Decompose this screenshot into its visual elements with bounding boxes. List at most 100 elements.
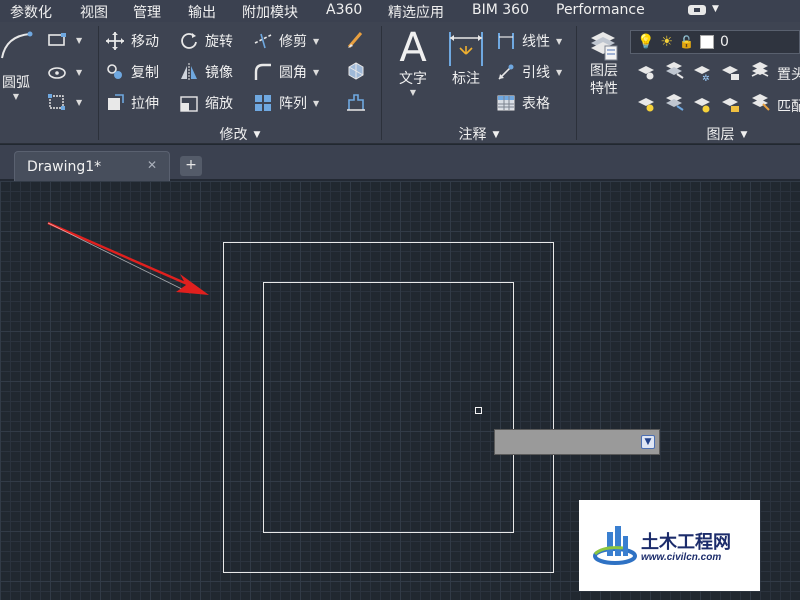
chevron-down-icon: ▼ [409,88,417,97]
rectangle-icon[interactable] [46,30,68,50]
annotation-panel: A 文字 ▼ 标注 线性 ▼ 引线 ▼ 表格 注释 ▼ [382,22,576,144]
menu-bim360[interactable]: BIM 360 [472,2,529,18]
fillet-icon [253,62,273,82]
layers-panel-title[interactable]: 图层 ▼ [677,124,777,143]
layer-color-swatch [699,35,714,49]
layer-properties-label-1: 图层 [590,63,618,79]
copy-label: 复制 [131,65,159,81]
menu-manage[interactable]: 管理 [133,2,161,22]
layer-unisolate-icon[interactable] [663,92,685,112]
copy-icon [105,62,125,82]
linear-button[interactable]: 线性 ▼ [496,28,562,54]
chevron-down-icon[interactable]: ▼ [76,36,82,45]
workspace-toggle[interactable]: ▼ [688,4,719,18]
match-layer-icon[interactable] [749,92,771,112]
file-tab-label: Drawing1* [27,158,102,175]
menu-addins[interactable]: 附加模块 [242,2,298,22]
move-button[interactable]: 移动 [105,28,159,54]
table-button[interactable]: 表格 [496,90,550,116]
trim-button[interactable]: 修剪 ▼ [253,28,319,54]
explode-icon[interactable] [345,61,367,81]
menu-performance[interactable]: Performance [556,2,645,18]
layer-isolate-icon[interactable] [663,60,685,80]
layer-unlock-icon[interactable] [719,94,741,114]
layer-properties-label-2: 特性 [590,81,618,97]
layer-on-icon[interactable] [635,94,657,114]
layer-thaw-icon[interactable] [691,94,713,114]
stretch-button[interactable]: 拉伸 [105,90,159,116]
chevron-down-icon: ▼ [556,36,563,46]
modify-panel: 移动 旋转 修剪 ▼ 复制 镜像 圆角 ▼ 拉伸 缩放 阵列 ▼ 修改 ▼ [99,22,381,144]
dimension-label: 标注 [452,71,480,87]
menu-parametric[interactable]: 参数化 [10,2,52,22]
layer-off-icon[interactable] [635,62,657,82]
chevron-down-icon: ▼ [313,98,320,108]
table-label: 表格 [522,96,550,112]
layer-properties-icon [583,28,625,62]
set-current-label[interactable]: 置头 [777,64,800,84]
trim-icon [253,31,273,51]
dimension-button[interactable]: 标注 [446,26,486,88]
move-label: 移动 [131,34,159,50]
menu-view[interactable]: 视图 [80,2,108,22]
arc-icon[interactable] [0,28,36,64]
file-tab-bar: Drawing1* ✕ + [0,145,800,181]
trim-label: 修剪 [279,34,307,50]
draw-panel: 圆弧 ▼ ▼ ▼ ▼ [0,22,98,144]
pickbox-cursor [475,407,482,414]
layer-freeze-icon[interactable]: ✲ [691,62,713,84]
stretch-label: 拉伸 [131,96,159,112]
new-tab-button[interactable]: + [180,156,202,176]
chevron-down-icon: ▼ [253,130,261,140]
chevron-down-icon: ▼ [556,67,563,77]
chevron-down-icon[interactable]: ▼ [641,435,655,449]
hatch-icon[interactable] [46,62,68,82]
close-icon[interactable]: ✕ [147,158,157,172]
layer-lock-icon[interactable] [719,62,741,82]
chevron-down-icon[interactable]: ▼ [76,68,82,77]
modify-panel-title[interactable]: 修改 ▼ [99,124,381,143]
layer-dropdown[interactable]: 💡 ☀ 🔓 0 [630,30,800,54]
menu-a360[interactable]: A360 [326,2,362,18]
match-layer-label[interactable]: 匹配 [777,96,800,116]
boundary-icon[interactable] [46,92,68,112]
menu-output[interactable]: 输出 [188,2,216,22]
menu-featured-apps[interactable]: 精选应用 [388,2,444,22]
erase-icon[interactable] [345,30,367,50]
scale-label: 缩放 [205,96,233,112]
fillet-label: 圆角 [279,65,307,81]
dynamic-input-box[interactable]: ▼ [494,429,660,455]
chevron-down-icon[interactable]: ▼ [76,98,82,107]
mirror-icon [179,62,199,82]
scale-icon [179,93,199,113]
svg-text:✲: ✲ [702,74,710,82]
annotation-title-text: 注释 [458,127,487,143]
rotate-button[interactable]: 旋转 [179,28,233,54]
watermark-logo: 土木工程网 www.civilcn.com [579,500,760,591]
ribbon: 圆弧 ▼ ▼ ▼ ▼ 移动 旋转 修剪 ▼ 复制 镜像 圆角 ▼ 拉伸 缩放 阵… [0,22,800,144]
leader-icon [496,62,516,82]
rotate-label: 旋转 [205,34,233,50]
array-button[interactable]: 阵列 ▼ [253,90,319,116]
chevron-down-icon: ▼ [313,36,320,46]
layer-properties-button[interactable]: 图层 特性 [583,28,625,98]
set-current-icon[interactable] [749,60,771,80]
file-tab-drawing1[interactable]: Drawing1* ✕ [14,151,170,181]
text-icon: A [399,25,427,71]
text-button[interactable]: A 文字 ▼ [392,26,434,98]
workspace-icon [688,5,706,15]
leader-button[interactable]: 引线 ▼ [496,59,562,85]
table-icon [496,93,516,113]
offset-icon[interactable] [345,92,367,112]
scale-button[interactable]: 缩放 [179,90,233,116]
annotation-panel-title[interactable]: 注释 ▼ [382,124,576,143]
arc-button[interactable]: 圆弧 ▼ [0,74,32,102]
copy-button[interactable]: 复制 [105,59,159,85]
drawing-canvas[interactable]: ▼ 土木工程网 www.civilcn.com [0,181,800,600]
modify-title-text: 修改 [219,127,248,143]
fillet-button[interactable]: 圆角 ▼ [253,59,319,85]
sun-icon: ☀ [660,34,673,50]
array-label: 阵列 [279,96,307,112]
mirror-button[interactable]: 镜像 [179,59,233,85]
chevron-down-icon: ▼ [12,92,20,101]
